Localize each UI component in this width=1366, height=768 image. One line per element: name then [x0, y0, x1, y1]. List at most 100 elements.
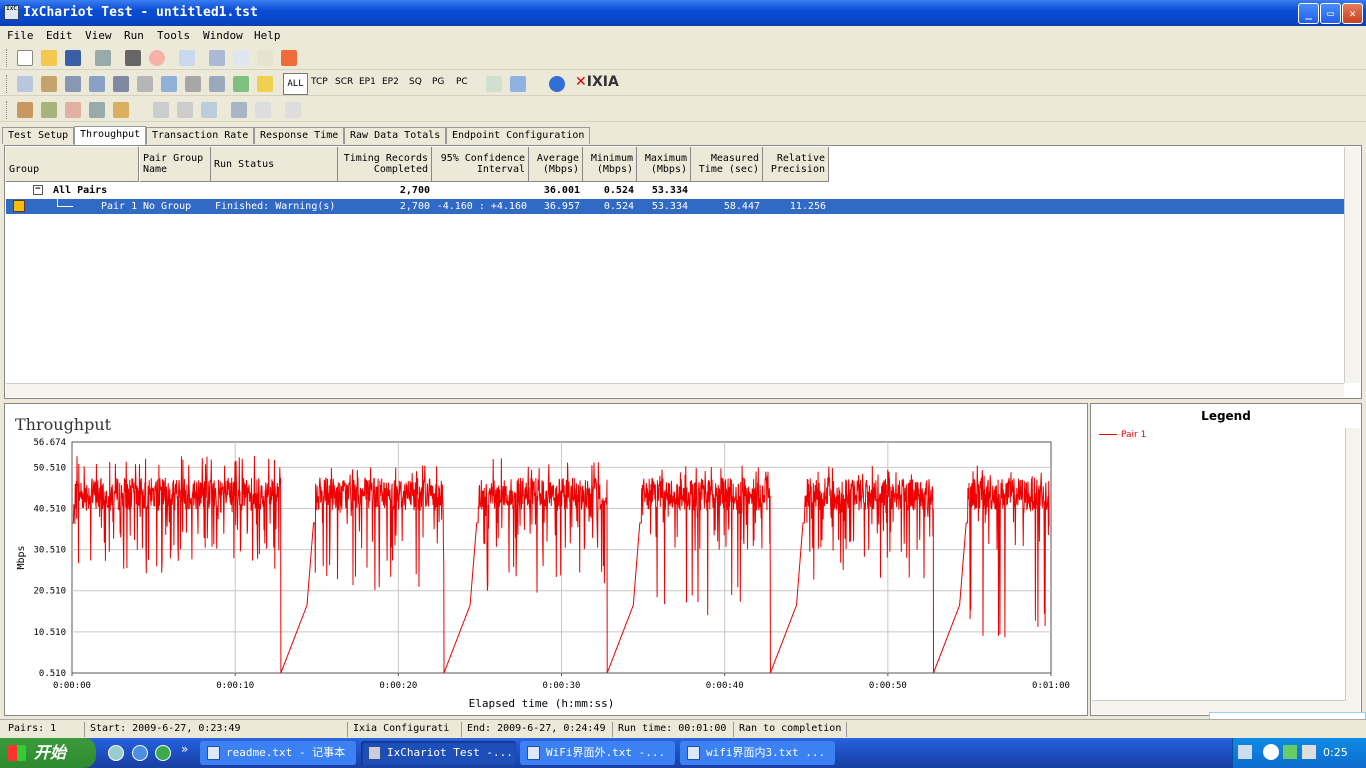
export-icon[interactable]	[486, 76, 502, 92]
col-relative-precision[interactable]: Relative Precision	[763, 147, 829, 182]
delete-icon[interactable]	[281, 50, 297, 66]
tray-collapse-icon[interactable]	[1263, 744, 1279, 760]
close-button[interactable]: ✕	[1342, 3, 1363, 24]
reset-icon[interactable]	[179, 50, 195, 66]
tab-response-time[interactable]: Response Time	[254, 127, 345, 144]
tray-keyboard-icon[interactable]	[1238, 745, 1252, 759]
layout-icon[interactable]	[231, 102, 247, 118]
ixchariot-app-icon[interactable]: IxC	[4, 5, 19, 20]
cut-icon[interactable]	[209, 50, 225, 66]
taskbar-item-wifi-outside[interactable]: WiFi界面外.txt -...	[520, 741, 675, 765]
menu-file[interactable]: File	[7, 29, 34, 42]
col-maximum[interactable]: Maximum (Mbps)	[637, 147, 691, 182]
col-group[interactable]: Group	[6, 147, 139, 182]
start-button[interactable]: 开始	[0, 738, 96, 768]
endpoint-icon[interactable]	[65, 76, 81, 92]
move-up-icon[interactable]	[153, 102, 169, 118]
quicklaunch-more[interactable]: »	[181, 742, 188, 756]
edit-pair-icon[interactable]	[113, 76, 129, 92]
col-pair-group-name[interactable]: Pair Group Name	[140, 147, 211, 182]
tab-endpoint-configuration[interactable]: Endpoint Configuration	[446, 127, 591, 144]
quicklaunch-ie-icon[interactable]	[132, 745, 148, 761]
tray-network-icon[interactable]	[1283, 745, 1297, 759]
copy-icon[interactable]	[233, 50, 249, 66]
col-minimum[interactable]: Minimum (Mbps)	[583, 147, 637, 182]
save-icon[interactable]	[65, 50, 81, 66]
properties-icon[interactable]	[285, 102, 301, 118]
quicklaunch-refresh-icon[interactable]	[155, 745, 171, 761]
filter-pc-button[interactable]: PC	[456, 77, 468, 87]
windows-taskbar: 开始 » readme.txt - 记事本 IxChariot Test -..…	[0, 738, 1366, 768]
menu-window[interactable]: Window	[203, 29, 243, 42]
info-icon[interactable]	[549, 76, 565, 92]
filter-pg-button[interactable]: PG	[432, 77, 444, 87]
paste-icon[interactable]	[257, 50, 273, 66]
filter-sq-button[interactable]: SQ	[409, 77, 422, 87]
taskbar-item-wifi-inside[interactable]: wifi界面内3.txt ...	[680, 741, 835, 765]
window-icon[interactable]	[510, 76, 526, 92]
table-row-all-pairs[interactable]: − All Pairs 2,700 36.001 0.524 53.334	[6, 183, 1344, 198]
legend-vertical-scrollbar[interactable]	[1345, 428, 1360, 715]
tray-volume-icon[interactable]	[1302, 745, 1316, 759]
menu-help[interactable]: Help	[254, 29, 281, 42]
tab-test-setup[interactable]: Test Setup	[2, 127, 75, 144]
menu-edit[interactable]: Edit	[46, 29, 73, 42]
add-multicast-icon[interactable]	[41, 76, 57, 92]
tree-connector	[57, 199, 73, 207]
taskbar-item-ixchariot[interactable]: IxChariot Test -...	[361, 741, 516, 765]
open-folder-icon[interactable]	[41, 50, 57, 66]
filter-scr-button[interactable]: SCR	[335, 77, 353, 87]
run-icon[interactable]	[125, 50, 141, 66]
help-question-icon[interactable]	[257, 76, 273, 92]
col-measured-time[interactable]: Measured Time (sec)	[691, 147, 763, 182]
minimum-value: 0.524	[603, 201, 634, 212]
group-remove-icon[interactable]	[65, 102, 81, 118]
new-group-icon[interactable]	[17, 102, 33, 118]
standard-toolbar	[0, 45, 1366, 70]
legend-title: Legend	[1201, 409, 1251, 423]
add-pair-icon[interactable]	[17, 76, 33, 92]
table-row-pair-1[interactable]: Pair 1 No Group Finished: Warning(s) 2,7…	[6, 199, 1344, 214]
col-run-status[interactable]: Run Status	[211, 147, 338, 182]
topology-icon[interactable]	[89, 76, 105, 92]
maximize-button[interactable]: ▭	[1320, 3, 1341, 24]
move-down-icon[interactable]	[177, 102, 193, 118]
tab-throughput[interactable]: Throughput	[74, 126, 147, 145]
group-tools-icon[interactable]	[89, 102, 105, 118]
new-file-icon[interactable]	[17, 50, 33, 66]
col-timing-records[interactable]: Timing Records Completed	[338, 147, 432, 182]
grid-horizontal-scrollbar[interactable]	[6, 383, 1344, 397]
filter-ep1-button[interactable]: EP1	[359, 77, 376, 87]
taskbar-item-readme[interactable]: readme.txt - 记事本	[200, 741, 356, 765]
grid-vertical-scrollbar[interactable]	[1344, 147, 1360, 383]
menu-view[interactable]: View	[85, 29, 112, 42]
quicklaunch-folder-icon[interactable]	[108, 745, 124, 761]
filter-all-button[interactable]: ALL	[283, 73, 308, 95]
throughput-chart[interactable]: 56.674 50.510 40.510 30.510 20.510 10.510 0.51…	[5, 404, 1087, 715]
options-icon[interactable]	[185, 76, 201, 92]
group-edit-icon[interactable]	[41, 102, 57, 118]
pair-label: Pair 1	[101, 201, 138, 212]
script-icon[interactable]	[161, 76, 177, 92]
arrange-icon[interactable]	[255, 102, 271, 118]
chart-icon[interactable]	[233, 76, 249, 92]
filter-tcp-button[interactable]: TCP	[311, 77, 328, 87]
tab-transaction-rate[interactable]: Transaction Rate	[146, 127, 255, 144]
collapse-toggle-icon[interactable]: −	[33, 185, 43, 195]
copy-pair-icon[interactable]	[209, 76, 225, 92]
stop-icon[interactable]	[149, 50, 165, 66]
network-icon[interactable]	[137, 76, 153, 92]
filter-ep2-button[interactable]: EP2	[382, 77, 399, 87]
collapse-icon[interactable]	[201, 102, 217, 118]
menu-run[interactable]: Run	[124, 29, 144, 42]
menu-tools[interactable]: Tools	[157, 29, 190, 42]
legend-item-pair-1[interactable]: Pair 1	[1099, 430, 1146, 440]
col-confidence-interval[interactable]: 95% Confidence Interval	[432, 147, 529, 182]
print-icon[interactable]	[95, 50, 111, 66]
tab-raw-data-totals[interactable]: Raw Data Totals	[344, 127, 447, 144]
col-average[interactable]: Average (Mbps)	[529, 147, 583, 182]
group-color-icon[interactable]	[113, 102, 129, 118]
minimize-button[interactable]: _	[1298, 3, 1319, 24]
status-config: Ixia Configurati	[353, 723, 450, 734]
x-tick-label: 0:00:30	[543, 681, 581, 691]
